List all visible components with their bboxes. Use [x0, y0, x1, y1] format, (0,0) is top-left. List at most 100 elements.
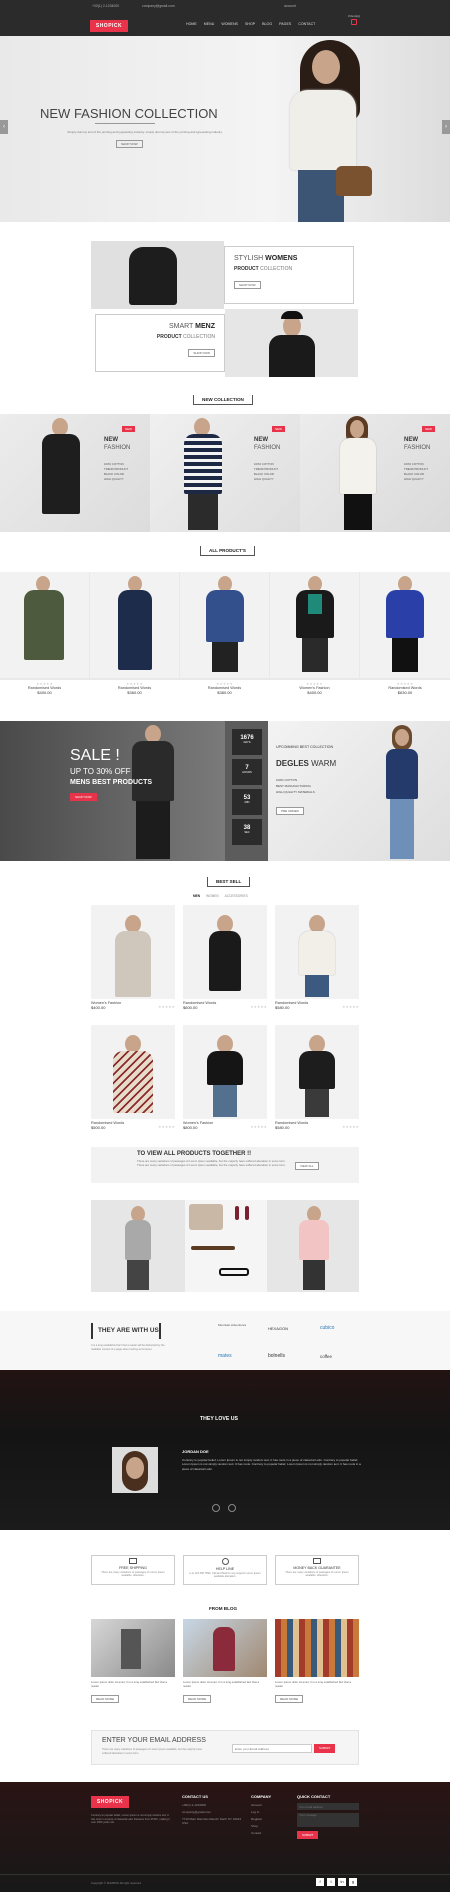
testimonial-title: THEY LOVE US — [200, 1416, 238, 1422]
footer-link-login[interactable]: Log In — [251, 1810, 291, 1814]
product-image[interactable] — [0, 572, 89, 678]
nav-womens[interactable]: WOMENS — [221, 22, 238, 26]
best-sell-title: BEST SELL — [207, 877, 251, 887]
copyright: Copyright © SHOPICK All right reserved — [91, 1881, 141, 1885]
product-price: $380.00 — [217, 690, 232, 695]
footer-email[interactable]: company@gmail.com — [182, 1810, 242, 1814]
footer-link-register[interactable]: Register — [251, 1817, 291, 1821]
bestsell-info: Randomised Words $580.00 ★★★★★ — [275, 1121, 359, 1130]
collection-line2: FASHION — [404, 445, 431, 451]
women-promo-image[interactable] — [91, 241, 224, 309]
facebook-icon[interactable]: f — [316, 1878, 324, 1886]
blog-image[interactable] — [183, 1619, 267, 1677]
product-image[interactable] — [180, 572, 269, 678]
blog-post: Lorem ipsum dolor sit amet, It is a long… — [183, 1680, 267, 1703]
footer-link-account[interactable]: Account — [251, 1803, 291, 1807]
accessory-image-center[interactable] — [185, 1200, 267, 1292]
nav-blog[interactable]: BLOG — [262, 22, 272, 26]
partners-section: THEY ARE WITH US It is a long establishe… — [0, 1311, 450, 1371]
bestsell-image[interactable] — [91, 1025, 175, 1119]
blog-text: Lorem ipsum dolor sit amet, It is a long… — [183, 1680, 260, 1688]
bestsell-image[interactable] — [183, 1025, 267, 1119]
men-promo-image[interactable] — [225, 309, 358, 377]
site-logo[interactable]: SHOPICK — [90, 20, 128, 32]
quick-message-input[interactable] — [297, 1813, 359, 1827]
preorder-button[interactable]: PRE ORDER — [276, 807, 304, 815]
hero-shop-button[interactable]: SHOP NOW — [116, 140, 143, 148]
bestsell-image[interactable] — [91, 905, 175, 999]
bestsell-image[interactable] — [275, 1025, 359, 1119]
linkedin-icon[interactable]: in — [338, 1878, 346, 1886]
blog-image[interactable] — [275, 1619, 359, 1677]
collection-card-1[interactable]: NEW NEW FASHION 100% COTTON TREND PRODUCT… — [0, 414, 150, 532]
nav-home[interactable]: HOME — [186, 22, 197, 26]
newsletter-submit-button[interactable]: SUBMIT — [314, 1744, 336, 1753]
view-all-button[interactable]: VIEW ALL — [295, 1162, 319, 1170]
view-all-text: There are many variations of passages of… — [137, 1159, 286, 1167]
accessory-image-left[interactable] — [91, 1200, 185, 1292]
footer-company-title: COMPANY — [251, 1794, 272, 1799]
quick-submit-button[interactable]: SUBMIT — [297, 1831, 319, 1839]
testimonial-next-icon[interactable] — [228, 1504, 236, 1512]
footer-link-shop[interactable]: Shop — [251, 1824, 291, 1828]
hero-handbag — [336, 166, 372, 196]
quick-email-input[interactable] — [297, 1803, 359, 1810]
partner-logo-hexagon[interactable]: HEXAGON — [268, 1326, 288, 1331]
bestsell-image[interactable] — [183, 905, 267, 999]
newsletter-email-input[interactable] — [232, 1744, 312, 1753]
testimonial-prev-icon[interactable] — [212, 1504, 220, 1512]
read-more-button[interactable]: READ MORE — [275, 1695, 304, 1703]
read-more-button[interactable]: READ MORE — [183, 1695, 212, 1703]
collection-card-3[interactable]: NEW NEW FASHION 100% COTTON TREND PRODUCT… — [300, 414, 450, 532]
partner-logo-bolnells[interactable]: bolnells — [268, 1353, 285, 1359]
partner-logo-mates[interactable]: mates — [218, 1353, 232, 1359]
newsletter-box: ENTER YOUR EMAIL ADDRESS There are many … — [91, 1730, 359, 1765]
countdown: 1676 DAYS 7 HOURS 53 MIN 38 SEC — [232, 729, 262, 845]
blog-image[interactable] — [91, 1619, 175, 1677]
collection-card-2[interactable]: NEW NEW FASHION 100% COTTON TREND PRODUCT… — [150, 414, 300, 532]
sale-shop-button[interactable]: SHOP NOW — [70, 793, 97, 801]
nav-shop[interactable]: SHOP — [245, 22, 255, 26]
men-shop-button[interactable]: SHOP NOW — [188, 349, 215, 357]
googleplus-icon[interactable]: g — [349, 1878, 357, 1886]
nav-contact[interactable]: CONTACT — [298, 22, 315, 26]
tab-accessories[interactable]: ACCESSORIES — [225, 894, 248, 898]
tab-men[interactable]: MEN — [193, 894, 200, 898]
upcoming-label: UPCOMMING BEST COLLECTION — [276, 745, 334, 749]
service-text: (+1) 123 456 7890, Call and Mail for any… — [189, 1572, 261, 1578]
collection-line2: FASHION — [104, 445, 131, 451]
product-image[interactable] — [270, 572, 359, 678]
product-image[interactable] — [360, 572, 450, 678]
main-nav: HOME MENU WOMENS SHOP BLOG PAGES CONTACT — [186, 22, 315, 26]
nav-pages[interactable]: PAGES — [279, 22, 291, 26]
lifebuoy-icon — [221, 1558, 229, 1565]
blog-post: Lorem ipsum dolor sit amet, It is a long… — [275, 1680, 359, 1703]
testimonial-section: THEY LOVE US JORDAN DOE Contrary to popu… — [0, 1370, 450, 1530]
partner-logo-coffee[interactable]: coffee — [320, 1354, 332, 1359]
hero-model-coat — [290, 90, 356, 170]
bestsell-image[interactable] — [275, 905, 359, 999]
read-more-button[interactable]: READ MORE — [91, 1695, 120, 1703]
cart-widget[interactable]: 0 Item(s) — [348, 14, 360, 26]
product-image[interactable] — [90, 572, 179, 678]
tab-women[interactable]: WOMEN — [206, 894, 219, 898]
prev-arrow-icon[interactable]: ‹ — [0, 120, 8, 134]
accessory-image-right[interactable] — [267, 1200, 359, 1292]
footer-link-contact[interactable]: Contact — [251, 1831, 291, 1835]
topbar-email[interactable]: company@gmail.com — [142, 4, 175, 8]
countdown-label: SEC — [244, 831, 250, 834]
partner-logo-cubico[interactable]: cubico — [320, 1325, 334, 1331]
next-arrow-icon[interactable]: › — [442, 120, 450, 134]
partner-logo-mountain[interactable]: Mountain Adventures — [218, 1323, 248, 1327]
footer-logo[interactable]: SHOPICK — [91, 1796, 129, 1808]
all-products-info: ★★★★★ Randomised Words $400.00 ★★★★★ Random… — [0, 680, 450, 706]
women-promo-box: STYLISH WOMENS PRODUCT COLLECTION SHOP N… — [224, 246, 354, 304]
men-promo-box: SMART MENZ PRODUCT COLLECTION SHOP NOW — [95, 314, 225, 372]
nav-menu[interactable]: MENU — [204, 22, 215, 26]
twitter-icon[interactable]: t — [327, 1878, 335, 1886]
footer-about: Contrary to popular belief, Lorem Ipsum … — [91, 1814, 170, 1825]
product-price: $500.00 — [91, 1125, 106, 1130]
account-link[interactable]: account — [284, 4, 296, 8]
collection-bullets: 100% COTTON TREND PRODUCT BLACK COLOR HIGH … — [404, 462, 429, 481]
women-shop-button[interactable]: SHOP NOW — [234, 281, 261, 289]
